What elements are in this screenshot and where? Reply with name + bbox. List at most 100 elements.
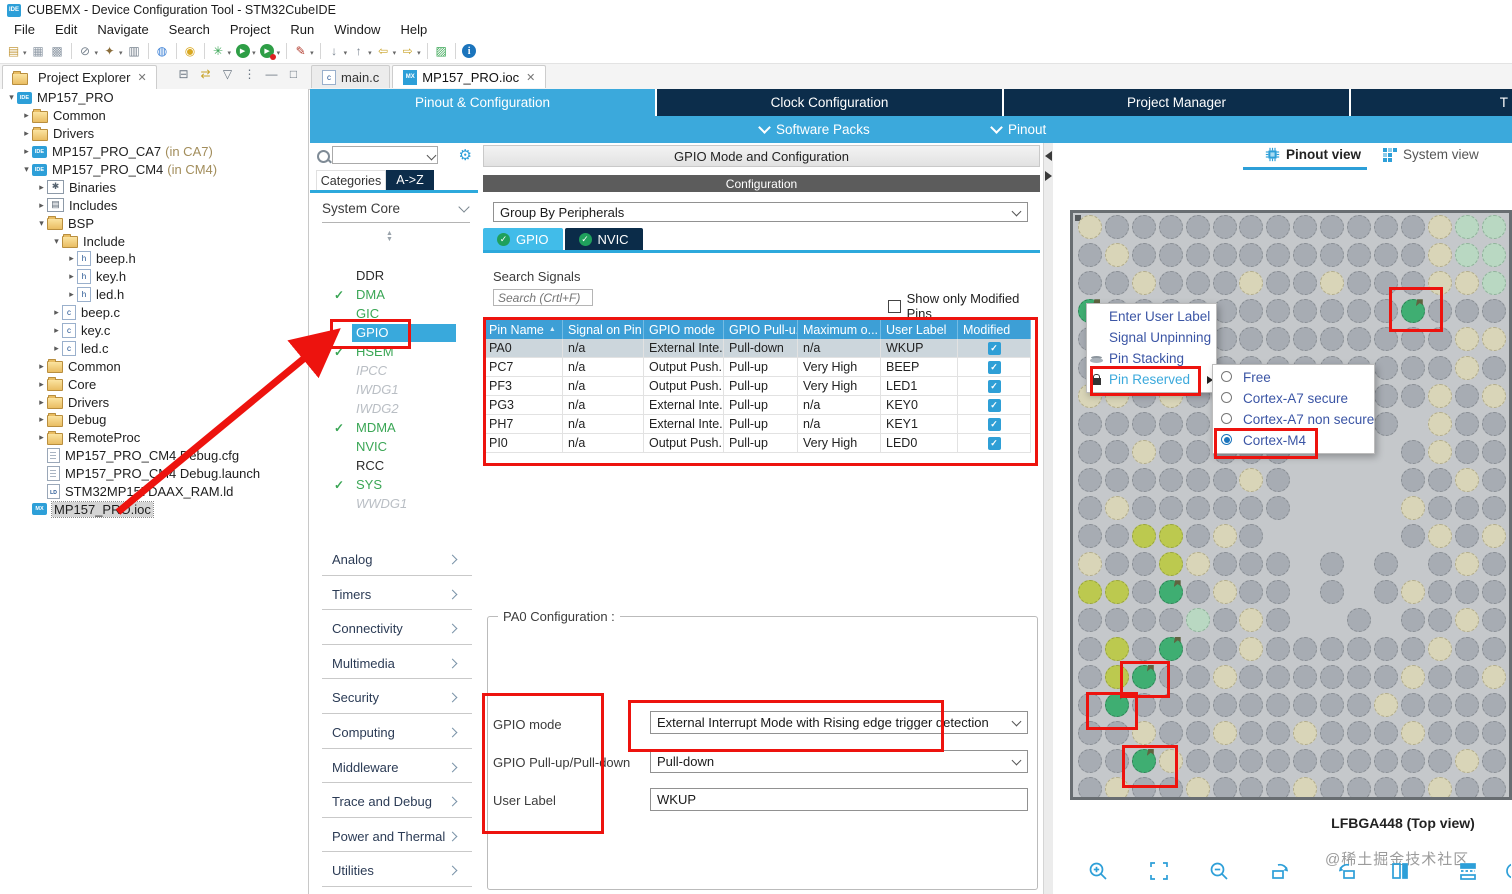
tree-expand-icon[interactable]: ▸ <box>36 379 47 390</box>
bga-pin[interactable] <box>1131 215 1156 239</box>
bga-pin[interactable] <box>1347 243 1371 268</box>
bga-pin[interactable] <box>1131 608 1156 633</box>
bga-pin[interactable] <box>1266 496 1291 520</box>
bga-pin[interactable] <box>1212 748 1237 773</box>
bga-pin[interactable] <box>1185 467 1210 492</box>
dropdown-caret-icon[interactable]: ▾ <box>417 49 421 57</box>
modified-checkbox[interactable]: ✓ <box>987 341 1001 355</box>
bga-pin[interactable] <box>1078 524 1102 549</box>
bga-pin[interactable] <box>1158 411 1183 436</box>
tree-item-includes[interactable]: ▸ ▤ Includes <box>0 196 308 214</box>
menu-search[interactable]: Search <box>159 22 220 37</box>
minimize-icon[interactable]: — <box>264 67 279 81</box>
bga-pin[interactable] <box>1158 692 1183 717</box>
bga-pin[interactable] <box>1400 467 1425 492</box>
bga-pin[interactable] <box>1078 664 1102 689</box>
tree-collapse-icon[interactable]: ▾ <box>21 164 32 175</box>
bga-pin[interactable] <box>1400 748 1425 773</box>
bga-pin[interactable] <box>1239 467 1264 492</box>
bga-pin[interactable] <box>1104 777 1129 797</box>
bga-pin[interactable] <box>1078 608 1102 633</box>
bga-pin[interactable] <box>1185 720 1210 745</box>
column-header-gpio-pull-u-[interactable]: GPIO Pull-u... <box>724 320 798 339</box>
perspective-tab-project-manager[interactable]: Project Manager <box>1004 89 1349 116</box>
bga-pin[interactable] <box>1427 355 1452 380</box>
tree-item-mp157-pro-cm4-debug-launch[interactable]: MP157_PRO_CM4 Debug.launch <box>0 465 308 483</box>
bga-pin[interactable] <box>1266 327 1291 352</box>
binary-file-icon[interactable]: ▥ <box>126 43 143 60</box>
sort-handle-icon[interactable]: ▲ ▼ <box>386 230 393 243</box>
section-security[interactable]: Security <box>310 682 480 717</box>
bga-pin[interactable] <box>1454 299 1479 324</box>
bga-pin[interactable] <box>1212 636 1237 661</box>
save-all-icon[interactable]: ▩ <box>49 43 66 60</box>
tree-expand-icon[interactable]: ▸ <box>21 110 32 121</box>
pinout-dropdown[interactable]: Pinout <box>990 116 1046 143</box>
tree-expand-icon[interactable]: ▸ <box>36 361 47 372</box>
bga-pin[interactable] <box>1481 355 1506 380</box>
tree-expand-icon[interactable]: ▸ <box>36 414 47 425</box>
tree-item-drivers[interactable]: ▸ Drivers <box>0 393 308 411</box>
bga-pin[interactable] <box>1104 467 1129 492</box>
column-header-gpio-mode[interactable]: GPIO mode <box>644 320 724 339</box>
bga-pin[interactable] <box>1212 271 1237 296</box>
bga-pin[interactable] <box>1347 664 1371 689</box>
bga-pin[interactable] <box>1454 552 1479 577</box>
bga-pin[interactable] <box>1481 692 1506 717</box>
modified-checkbox[interactable]: ✓ <box>987 436 1001 450</box>
bga-pin[interactable] <box>1454 720 1479 745</box>
dropdown-caret-icon[interactable]: ▾ <box>393 49 397 57</box>
tree-collapse-icon[interactable]: ▾ <box>6 92 17 103</box>
bga-pin[interactable] <box>1131 496 1156 520</box>
close-tab-icon[interactable]: ✕ <box>526 71 535 84</box>
bga-pin[interactable] <box>1320 271 1345 296</box>
menu-edit[interactable]: Edit <box>45 22 87 37</box>
bga-pin[interactable] <box>1104 524 1129 549</box>
bga-pin[interactable] <box>1239 720 1264 745</box>
bga-pin[interactable] <box>1427 243 1452 268</box>
bga-pin[interactable] <box>1454 271 1479 296</box>
dropdown-caret-icon[interactable]: ▾ <box>252 49 256 57</box>
peripheral-iwdg2[interactable]: IWDG2 <box>310 399 480 418</box>
tree-item-bsp[interactable]: ▾ BSP <box>0 214 308 232</box>
software-packs-dropdown[interactable]: Software Packs <box>758 116 870 143</box>
bga-pin[interactable] <box>1212 720 1237 745</box>
bga-pin[interactable] <box>1373 299 1398 324</box>
bga-pin[interactable] <box>1427 271 1452 296</box>
bga-pin[interactable] <box>1185 664 1210 689</box>
bga-pin[interactable] <box>1347 636 1371 661</box>
bga-pin[interactable] <box>1131 467 1156 492</box>
section-connectivity[interactable]: Connectivity <box>310 613 480 648</box>
bga-pin[interactable] <box>1266 243 1291 268</box>
bga-pin[interactable] <box>1104 496 1129 520</box>
bga-pin[interactable] <box>1185 748 1210 773</box>
peripheral-wwdg1[interactable]: WWDG1 <box>310 494 480 513</box>
signal-search-input[interactable] <box>493 289 593 306</box>
bga-pin[interactable] <box>1454 243 1479 268</box>
peripheral-nvic[interactable]: NVIC <box>310 437 480 456</box>
bga-pin[interactable] <box>1373 327 1398 352</box>
submenu-item-cortex-a7-non-secure[interactable]: Cortex-A7 non secure <box>1213 409 1374 430</box>
bga-pin[interactable] <box>1427 439 1452 464</box>
link-with-editor-icon[interactable]: ⇄ <box>198 67 213 81</box>
bga-pin[interactable] <box>1078 692 1102 717</box>
gear-icon[interactable]: ⚙ <box>459 146 472 164</box>
bga-pin[interactable] <box>1427 383 1452 408</box>
tree-item-debug[interactable]: ▸ Debug <box>0 411 308 429</box>
bga-pin[interactable] <box>1185 552 1210 577</box>
bga-pin[interactable] <box>1266 299 1291 324</box>
annotate-icon[interactable]: ✎ <box>292 43 309 60</box>
bga-pin[interactable] <box>1131 777 1156 797</box>
tree-expand-icon[interactable]: ▸ <box>36 200 47 211</box>
bga-pin[interactable] <box>1481 608 1506 633</box>
bga-pin[interactable] <box>1293 748 1318 773</box>
tree-item-beep-c[interactable]: ▸ c beep.c <box>0 304 308 322</box>
next-annotation-icon[interactable]: ↓ <box>326 43 343 60</box>
bga-pin[interactable] <box>1158 243 1183 268</box>
tree-item-led-h[interactable]: ▸ h led.h <box>0 286 308 304</box>
bga-pin[interactable] <box>1158 524 1183 549</box>
bga-pin[interactable] <box>1239 299 1264 324</box>
bga-pin[interactable] <box>1158 720 1183 745</box>
tree-item-key-c[interactable]: ▸ c key.c <box>0 322 308 340</box>
bga-pin[interactable] <box>1293 243 1318 268</box>
